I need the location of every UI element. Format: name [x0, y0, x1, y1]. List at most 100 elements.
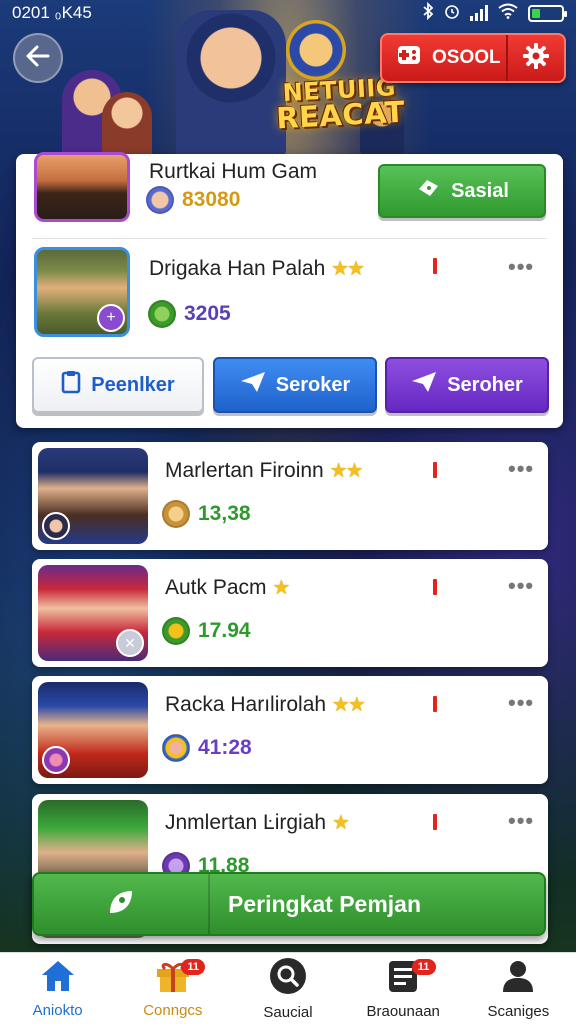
player2-score-value: 3205	[184, 302, 231, 325]
share-button[interactable]: Sasial	[378, 164, 546, 218]
wifi-icon	[498, 3, 518, 24]
leaderboard-cta-button[interactable]: Peringkat Pemjan	[32, 872, 546, 936]
row3-mini-badge	[42, 746, 70, 774]
status-icons	[422, 1, 567, 25]
peenlker-button[interactable]: Peenlker	[32, 357, 204, 413]
close-icon: ✕	[116, 629, 144, 657]
player1-mini-avatar	[146, 186, 174, 214]
row2-name-text: Autk Pacm	[165, 576, 267, 599]
row1-stars: ★★	[329, 460, 364, 482]
row3-name: Racka Harılirolah ★★	[165, 692, 366, 717]
bluetooth-icon	[422, 1, 434, 25]
row2-score-value: 17.94	[198, 619, 251, 642]
row1-name: Marlertan Firoinn ★★	[165, 458, 364, 483]
row1-more-button[interactable]: •••	[508, 456, 534, 482]
row2-stars: ★	[272, 577, 290, 599]
signal-icon	[470, 5, 488, 21]
code-button[interactable]: OSOOL	[382, 35, 508, 81]
player2-name: Drigaka Han Palah ★★	[149, 256, 365, 281]
rank-indicator	[433, 258, 437, 274]
medal-icon	[162, 734, 190, 762]
gear-icon	[522, 42, 550, 75]
home-icon	[40, 959, 76, 998]
rank-indicator	[433, 696, 437, 712]
leaderboard-row[interactable]: ✕ Autk Pacm ★ ••• 17.94	[32, 559, 548, 667]
player1-score-value: 83080	[182, 188, 241, 211]
nav-list-badge: 11	[411, 959, 436, 975]
nav-search[interactable]: Saucial	[230, 953, 345, 1024]
player2-name-text: Drigaka Han Palah	[149, 257, 326, 280]
nav-home-label: Aniokto	[32, 1001, 83, 1019]
row1-mini-avatar	[42, 512, 70, 540]
ticket-icon	[415, 177, 441, 205]
star-coin-icon	[162, 617, 190, 645]
row4-name: Jnmlertan Ŀirgiah ★	[165, 810, 350, 835]
card-divider	[32, 238, 547, 239]
rank-indicator	[433, 814, 437, 830]
row4-name-text: Jnmlertan Ŀirgiah	[165, 811, 327, 834]
nav-search-label: Saucial	[263, 1003, 313, 1021]
search-icon	[269, 957, 307, 1000]
money-bag-icon	[148, 300, 176, 328]
banner-title-line2: REACAT	[275, 94, 406, 136]
document-icon	[61, 370, 81, 400]
row1-name-text: Marlertan Firoinn	[165, 459, 324, 482]
seroher-label: Seroher	[447, 373, 523, 396]
player2-stars: ★★	[331, 258, 365, 280]
seroker-label: Seroker	[275, 373, 351, 396]
row2-avatar: ✕	[38, 565, 148, 661]
nav-list[interactable]: 11 Braounaan	[346, 953, 461, 1024]
nav-home[interactable]: Aniokto	[0, 953, 115, 1024]
alarm-icon	[444, 3, 460, 24]
peenlker-label: Peenlker	[91, 373, 175, 396]
seroker-button[interactable]: Seroker	[213, 357, 377, 413]
player2-more-button[interactable]: •••	[508, 254, 534, 280]
row3-avatar	[38, 682, 148, 778]
player1-name: Rurtkai Hum Gam	[149, 160, 318, 183]
coin-icon	[162, 500, 190, 528]
row1-avatar	[38, 448, 148, 544]
row2-score: 17.94	[162, 617, 251, 645]
leaderboard-row[interactable]: Marlertan Firoinn ★★ ••• 13,38	[32, 442, 548, 550]
hero-banner: NETUIIG REACAT	[62, 0, 406, 162]
player1-score: 83080	[146, 186, 240, 214]
battery-icon	[528, 4, 567, 22]
nav-gift-label: Conngcs	[143, 1001, 203, 1019]
row3-name-text: Racka Harılirolah	[165, 693, 327, 716]
plus-icon: +	[97, 304, 125, 332]
row4-stars: ★	[331, 812, 350, 834]
rank-indicator	[433, 579, 437, 595]
row3-more-button[interactable]: •••	[508, 690, 534, 716]
send-icon	[240, 371, 266, 399]
code-label: OSOOL	[432, 47, 501, 68]
row4-more-button[interactable]: •••	[508, 808, 534, 834]
row3-score: 41:28	[162, 734, 252, 762]
back-button[interactable]	[13, 33, 63, 83]
share-button-label: Sasial	[451, 179, 509, 202]
player1-avatar[interactable]	[34, 152, 130, 222]
bottom-navigation: Aniokto 11 Conngcs Saucial 11 Braounaan …	[0, 952, 576, 1024]
arrow-left-icon	[26, 41, 50, 75]
row3-stars: ★★	[331, 694, 366, 716]
featured-players-card: Rurtkai Hum Gam 83080 Sasial + Drigaka H…	[16, 152, 563, 428]
leaderboard-row[interactable]: Racka Harılirolah ★★ ••• 41:28	[32, 676, 548, 784]
player2-avatar[interactable]: +	[34, 247, 130, 337]
nav-profile[interactable]: Scaniges	[461, 953, 576, 1024]
row3-score-value: 41:28	[198, 736, 252, 759]
row1-score-value: 13,38	[198, 502, 251, 525]
nav-list-label: Braounaan	[366, 1002, 440, 1020]
cta-label: Peringkat Pemjan	[228, 890, 422, 917]
row2-name: Autk Pacm ★	[165, 575, 290, 600]
nav-gift[interactable]: 11 Conngcs	[115, 953, 230, 1024]
rank-indicator	[433, 462, 437, 478]
hero-emblem	[286, 20, 346, 80]
seroher-button[interactable]: Seroher	[385, 357, 549, 413]
gamepad-icon	[396, 43, 422, 73]
cta-icon-area	[34, 874, 210, 934]
nav-gift-badge: 11	[181, 959, 206, 975]
row2-more-button[interactable]: •••	[508, 573, 534, 599]
send-icon	[411, 371, 437, 399]
nav-profile-label: Scaniges	[487, 1002, 550, 1020]
leaf-icon	[106, 887, 136, 922]
settings-button[interactable]	[508, 42, 564, 75]
